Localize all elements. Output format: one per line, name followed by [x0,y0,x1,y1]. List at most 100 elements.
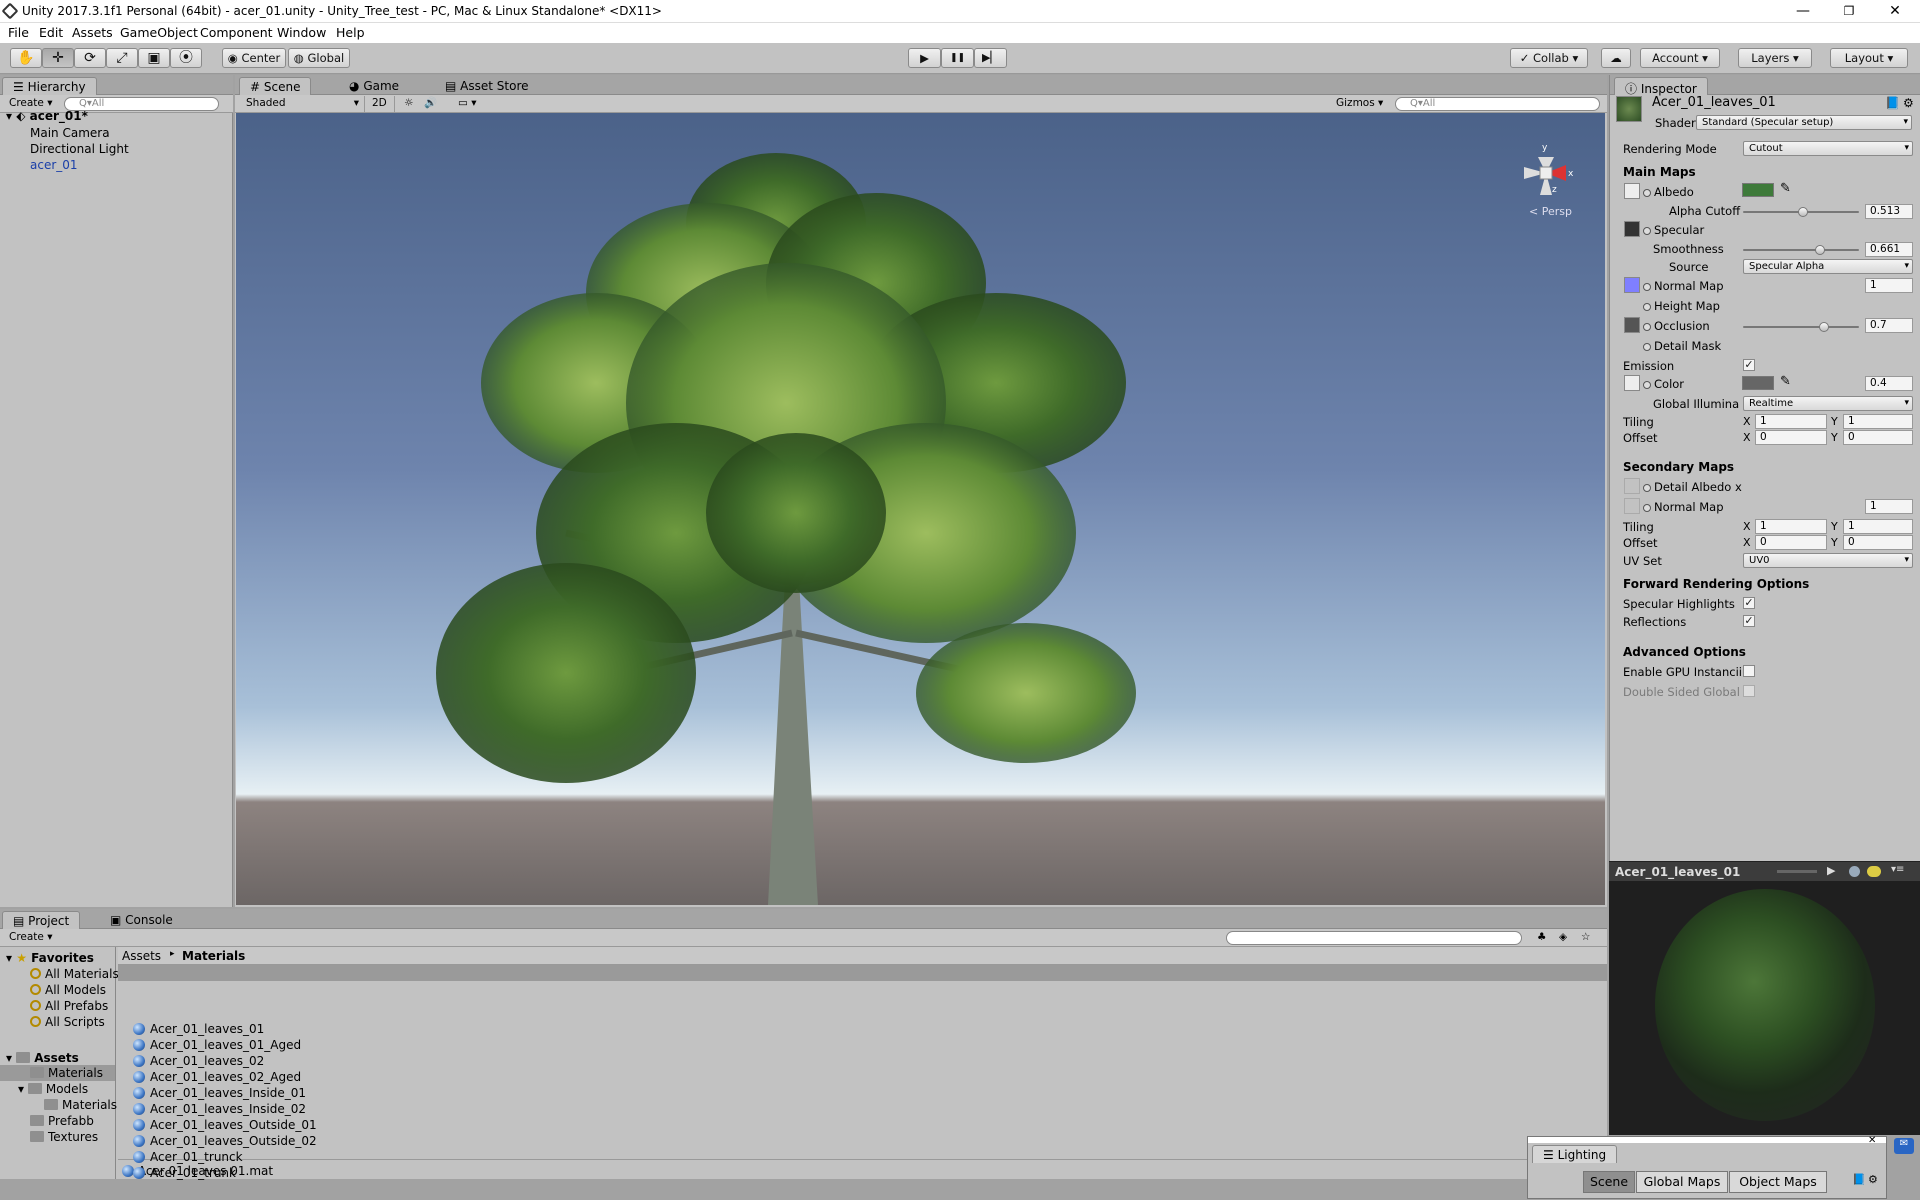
breadcrumb-materials[interactable]: Materials [182,949,245,963]
menu-file[interactable]: File [8,25,29,40]
smoothness-field[interactable]: 0.661 [1865,242,1913,257]
occlusion-picker-icon[interactable] [1643,323,1651,331]
specular-color-slot[interactable] [1624,221,1640,237]
tab-asset-store[interactable]: ▤ Asset Store [435,77,539,95]
minimize-button[interactable]: — [1780,0,1826,22]
menu-help[interactable]: Help [336,25,365,40]
offset-y-field[interactable]: 0 [1843,430,1913,445]
favorite-all-scripts[interactable]: All Scripts [30,1015,105,1029]
detail-mask-picker-icon[interactable] [1643,343,1651,351]
file-row[interactable]: Acer_01_leaves_Outside_01 [130,1117,317,1133]
lighting-close-button[interactable]: ✕ [1868,1135,1876,1146]
emission-intensity-field[interactable]: 0.4 [1865,376,1913,391]
file-row[interactable]: Acer_01_trunck [130,1149,243,1165]
occlusion-map-slot[interactable] [1624,317,1640,333]
favorite-star-icon[interactable]: ☆ [1576,930,1595,946]
project-create-button[interactable]: Create ▾ [4,930,58,946]
emission-picker-icon[interactable] [1643,381,1651,389]
close-button[interactable]: ✕ [1872,0,1918,22]
preview-play-button[interactable]: ▶ [1827,864,1835,877]
offset2-x-field[interactable]: 0 [1755,535,1827,550]
assets-header[interactable]: ▾ Assets [6,1051,79,1065]
favorite-all-models[interactable]: All Models [30,983,106,997]
scene-gizmo[interactable]: y x z [1518,143,1574,203]
help-icon[interactable]: 📘 [1885,96,1900,110]
step-button[interactable]: ▶▏ [974,48,1007,68]
global-illumination-dropdown[interactable]: Realtime [1743,396,1913,411]
offset-x-field[interactable]: 0 [1755,430,1827,445]
menu-edit[interactable]: Edit [39,25,63,40]
lighting-titlebar[interactable] [1528,1137,1886,1143]
height-map-picker-icon[interactable] [1643,303,1651,311]
tab-lighting[interactable]: ☰ Lighting [1532,1145,1618,1163]
detail-normal-picker-icon[interactable] [1643,504,1651,512]
hierarchy-item-directional-light[interactable]: Directional Light [30,142,129,156]
scene-viewport[interactable]: y x z < Persp [236,113,1605,905]
alpha-cutoff-handle[interactable] [1797,207,1808,217]
menu-window[interactable]: Window [277,25,326,40]
scale-tool-button[interactable]: ⤢ [106,48,138,68]
play-button[interactable]: ▶ [908,48,941,68]
audio-toggle-icon[interactable]: 🔊 [419,96,442,112]
emission-texture-slot[interactable] [1624,375,1640,391]
smoothness-handle[interactable] [1814,245,1825,255]
material-preview[interactable] [1609,881,1920,1135]
occlusion-slider[interactable] [1743,326,1859,328]
file-row[interactable]: Acer_01_leaves_01 [130,1021,264,1037]
scene-root[interactable]: ▾ ⬖ acer_01* [6,109,88,123]
lighting-global-maps-tab[interactable]: Global Maps [1636,1171,1728,1193]
filter-type-icon[interactable]: ♣ [1532,930,1551,946]
detail-normal-field[interactable]: 1 [1865,499,1913,514]
effects-dropdown-icon[interactable]: ▭ ▾ [453,96,482,112]
folder-textures[interactable]: Textures [30,1130,98,1144]
account-dropdown[interactable]: Account ▾ [1640,48,1720,68]
lighting-scene-tab[interactable]: Scene [1583,1171,1635,1193]
maximize-button[interactable]: ❐ [1826,0,1872,22]
menu-gameobject[interactable]: GameObject [120,25,198,40]
shader-dropdown[interactable]: Standard (Specular setup) [1696,115,1912,130]
move-tool-button[interactable]: ✛ [42,48,74,68]
breadcrumb-assets[interactable]: Assets [122,949,161,963]
collab-dropdown[interactable]: ✓ Collab ▾ [1510,48,1588,68]
smoothness-slider[interactable] [1743,249,1859,251]
emission-color-swatch[interactable] [1742,376,1774,390]
favorites-header[interactable]: ▾ ★ Favorites [6,951,94,965]
favorite-all-prefabs[interactable]: All Prefabs [30,999,108,1013]
uv-set-dropdown[interactable]: UV0 [1743,553,1913,568]
folder-prefabb[interactable]: Prefabb [30,1114,94,1128]
preview-light-icon[interactable] [1867,866,1881,877]
tab-project[interactable]: ▤ Project [2,911,81,929]
detail-normal-slot[interactable] [1624,498,1640,514]
tab-scene[interactable]: # Scene [239,77,312,95]
specular-highlights-checkbox[interactable]: ✓ [1743,597,1755,609]
file-row[interactable]: Acer_01_leaves_Outside_02 [130,1133,317,1149]
hierarchy-item-acer[interactable]: acer_01 [30,158,78,172]
file-row[interactable]: Acer_01_trunk [130,1165,236,1181]
normal-map-slot[interactable] [1624,277,1640,293]
pivot-center-button[interactable]: ◉ Center [222,48,286,68]
offset2-y-field[interactable]: 0 [1843,535,1913,550]
project-search-input[interactable] [1226,931,1522,945]
albedo-color-swatch[interactable] [1742,183,1774,197]
emission-checkbox[interactable]: ✓ [1743,359,1755,371]
folder-models-materials[interactable]: Materials [44,1098,117,1112]
double-sided-gi-checkbox[interactable] [1743,685,1755,697]
rendering-mode-dropdown[interactable]: Cutout [1743,141,1913,156]
file-row[interactable]: Acer_01_leaves_02_Aged [130,1069,301,1085]
rotate-tool-button[interactable]: ⟳ [74,48,106,68]
notification-icon[interactable]: ✉ [1894,1138,1914,1154]
alpha-cutoff-field[interactable]: 0.513 [1865,204,1913,219]
gpu-instancing-checkbox[interactable] [1743,665,1755,677]
preview-drag-handle[interactable] [1777,870,1817,873]
gear-icon[interactable]: ⚙ [1903,96,1914,110]
folder-materials[interactable]: Materials [30,1066,103,1080]
cloud-button[interactable]: ☁ [1601,48,1631,68]
specular-picker-icon[interactable] [1643,227,1651,235]
scene-search-input[interactable]: Q▾All [1395,97,1600,111]
pause-button[interactable]: ❚❚ [941,48,974,68]
tiling2-y-field[interactable]: 1 [1843,519,1913,534]
persp-label[interactable]: < Persp [1529,205,1572,218]
detail-albedo-picker-icon[interactable] [1643,484,1651,492]
menu-component[interactable]: Component [200,25,273,40]
tab-hierarchy[interactable]: ☰ Hierarchy [2,77,97,95]
